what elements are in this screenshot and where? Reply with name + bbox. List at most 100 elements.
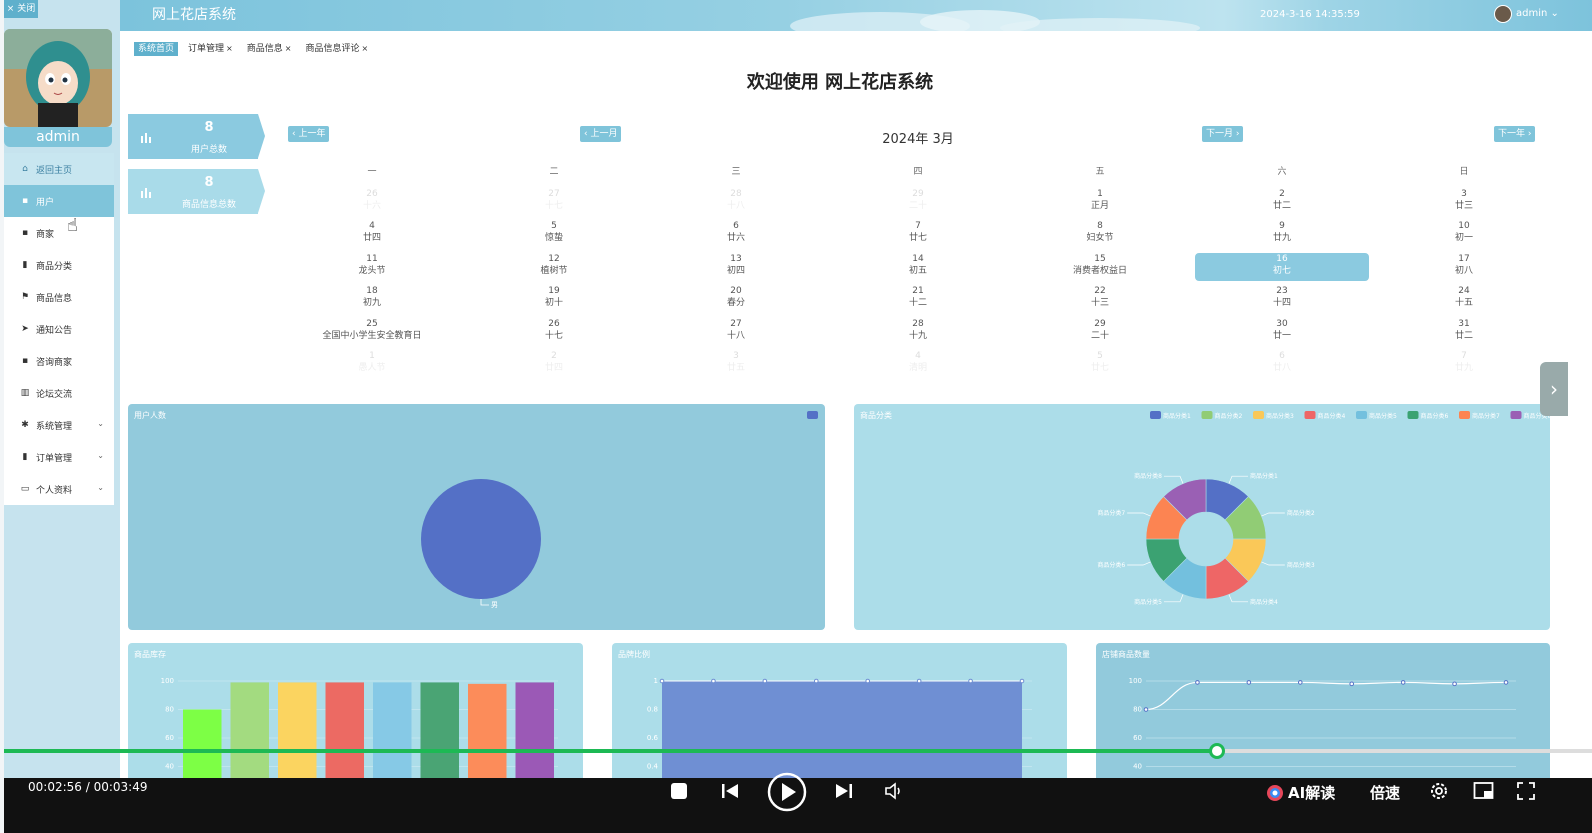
calendar-day[interactable]: 27 十八 [649, 318, 823, 346]
calendar-day[interactable]: 29 二十 [831, 188, 1005, 216]
close-icon[interactable]: × [361, 42, 368, 56]
tab-label: 商品信息 [246, 44, 283, 54]
calendar-day[interactable]: 28 十九 [831, 318, 1005, 346]
calendar-day[interactable]: 19 初十 [467, 285, 641, 313]
calendar-day[interactable]: 21 十二 [831, 285, 1005, 313]
calendar-day[interactable]: 7 廿七 [831, 220, 1005, 248]
prev-year-button[interactable]: ‹ 上一年 [288, 126, 330, 142]
calendar-day[interactable]: 6 廿六 [649, 220, 823, 248]
calendar-day[interactable]: 8 妇女节 [1013, 220, 1187, 248]
pie-label-line [480, 599, 489, 606]
calendar-day[interactable]: 2 廿四 [467, 350, 641, 378]
calendar-day[interactable]: 22 十三 [1013, 285, 1187, 313]
settings-gear-icon[interactable] [1429, 781, 1449, 801]
calendar-day[interactable]: 24 十五 [1377, 285, 1551, 313]
bar [183, 709, 222, 783]
sidebar-item-7[interactable]: ▥ 论坛交流 [4, 377, 114, 409]
calendar-day[interactable]: 3 廿三 [1377, 188, 1551, 216]
data-point [1400, 680, 1406, 685]
next-icon[interactable] [834, 781, 854, 801]
calendar-day[interactable]: 26 十七 [467, 318, 641, 346]
calendar-day[interactable]: 6 廿八 [1195, 350, 1369, 378]
stat-card-products: 8 商品信息总数 [128, 169, 265, 214]
calendar-day[interactable]: 29 二十 [1013, 318, 1187, 346]
calendar-day[interactable]: 18 初九 [285, 285, 459, 313]
previous-icon[interactable] [720, 781, 740, 801]
tab-2[interactable]: 商品信息 × [243, 42, 296, 56]
calendar-day[interactable]: 27 十七 [467, 188, 641, 216]
day-number: 30 [1276, 318, 1288, 329]
legend-label: 商品分类5 [1369, 412, 1397, 420]
fullscreen-icon[interactable] [1516, 781, 1536, 801]
lunar-label: 廿二 [1272, 201, 1291, 211]
sidebar-item-3[interactable]: ▮ 商品分类 [4, 249, 114, 281]
user-menu[interactable]: admin ⌄ [1516, 8, 1559, 19]
calendar-day[interactable]: 30 廿一 [1195, 318, 1369, 346]
calendar-day[interactable]: 3 廿五 [649, 350, 823, 378]
calendar-day[interactable]: 13 初四 [649, 253, 823, 281]
calendar-day[interactable]: 16 初七 [1195, 252, 1369, 281]
next-month-button[interactable]: 下一月 › [1202, 126, 1244, 142]
sidebar-item-2[interactable]: ▪ 商家 [4, 217, 114, 249]
weekday-label: 三 [731, 167, 741, 177]
close-sidebar-button[interactable]: × 关闭 [4, 0, 38, 18]
weekday-label: 四 [913, 167, 923, 177]
calendar-day[interactable]: 5 惊蛰 [467, 220, 641, 248]
stat-label: 商品信息总数 [181, 200, 236, 210]
stop-icon[interactable] [670, 782, 688, 800]
calendar-day[interactable]: 12 植树节 [467, 253, 641, 281]
sidebar-item-6[interactable]: ▪ 咨询商家 [4, 345, 114, 377]
sidebar-item-9[interactable]: ▮ 订单管理 ⌄ [4, 441, 114, 473]
close-icon[interactable]: × [285, 42, 292, 56]
ai-interpret-button[interactable]: AI解读 [1288, 782, 1335, 803]
calendar-day[interactable]: 23 十四 [1195, 285, 1369, 313]
calendar-day[interactable]: 4 清明 [831, 350, 1005, 378]
prev-month-button[interactable]: ‹ 上一月 [580, 126, 622, 142]
calendar-day[interactable]: 15 消费者权益日 [1013, 253, 1187, 281]
calendar-day[interactable]: 5 廿七 [1013, 350, 1187, 378]
calendar-day[interactable]: 25 全国中小学生安全教育日 [285, 318, 459, 346]
calendar-day[interactable]: 17 初八 [1377, 253, 1551, 281]
video-progress-bar[interactable] [4, 743, 1592, 759]
datetime: 2024-3-16 14:35:59 [1260, 9, 1360, 20]
calendar-day[interactable]: 1 正月 [1013, 188, 1187, 216]
calendar-day[interactable]: 4 廿四 [285, 220, 459, 248]
picture-in-picture-icon[interactable] [1473, 781, 1495, 801]
user-avatar[interactable] [1494, 5, 1512, 23]
calendar-day[interactable]: 31 廿二 [1377, 318, 1551, 346]
legend-swatch [1304, 411, 1316, 419]
day-number: 22 [1094, 286, 1106, 297]
calendar-day[interactable]: 14 初五 [831, 253, 1005, 281]
calendar-day[interactable]: 1 愚人节 [285, 350, 459, 378]
tab-3[interactable]: 商品信息评论 × [301, 42, 372, 56]
calendar-day[interactable]: 9 廿九 [1195, 220, 1369, 248]
play-icon[interactable] [767, 772, 807, 812]
data-point [762, 678, 768, 684]
y-tick-label: 100 [161, 677, 174, 685]
sidebar-item-0[interactable]: ⌂ 返回主页 [4, 153, 114, 185]
lunar-label: 十七 [544, 201, 563, 211]
next-year-button[interactable]: 下一年 › [1494, 126, 1536, 142]
calendar-day[interactable]: 26 十六 [285, 188, 459, 216]
calendar-day[interactable]: 11 龙头节 [285, 253, 459, 281]
legend-label: 商品分类1 [1163, 412, 1191, 420]
calendar-day[interactable]: 28 十八 [649, 188, 823, 216]
sidebar-item-4[interactable]: ⚑ 商品信息 [4, 281, 114, 313]
calendar-day[interactable]: 10 初一 [1377, 220, 1551, 248]
calendar-day[interactable]: 2 廿二 [1195, 188, 1369, 216]
speed-button[interactable]: 倍速 [1370, 782, 1400, 803]
calendar-day[interactable]: 20 春分 [649, 285, 823, 313]
y-tick-label: 1 [654, 677, 658, 685]
sidebar-item-10[interactable]: ▭ 个人资料 ⌄ [4, 473, 114, 505]
close-icon[interactable]: × [226, 42, 233, 56]
sidebar-item-1[interactable]: ▪ 用户 [4, 185, 114, 217]
sidebar-item-5[interactable]: ➤ 通知公告 [4, 313, 114, 345]
tab-0[interactable]: 系统首页 [134, 42, 179, 56]
sidebar-item-8[interactable]: ✱ 系统管理 ⌄ [4, 409, 114, 441]
calendar-day[interactable]: 7 廿九 [1377, 350, 1551, 378]
volume-icon[interactable] [884, 781, 904, 801]
clipboard-icon: ▮ [22, 260, 28, 270]
y-tick-label: 0.8 [647, 706, 658, 714]
tab-1[interactable]: 订单管理 × [184, 42, 237, 56]
chevron-right-icon[interactable]: › [1540, 362, 1568, 416]
